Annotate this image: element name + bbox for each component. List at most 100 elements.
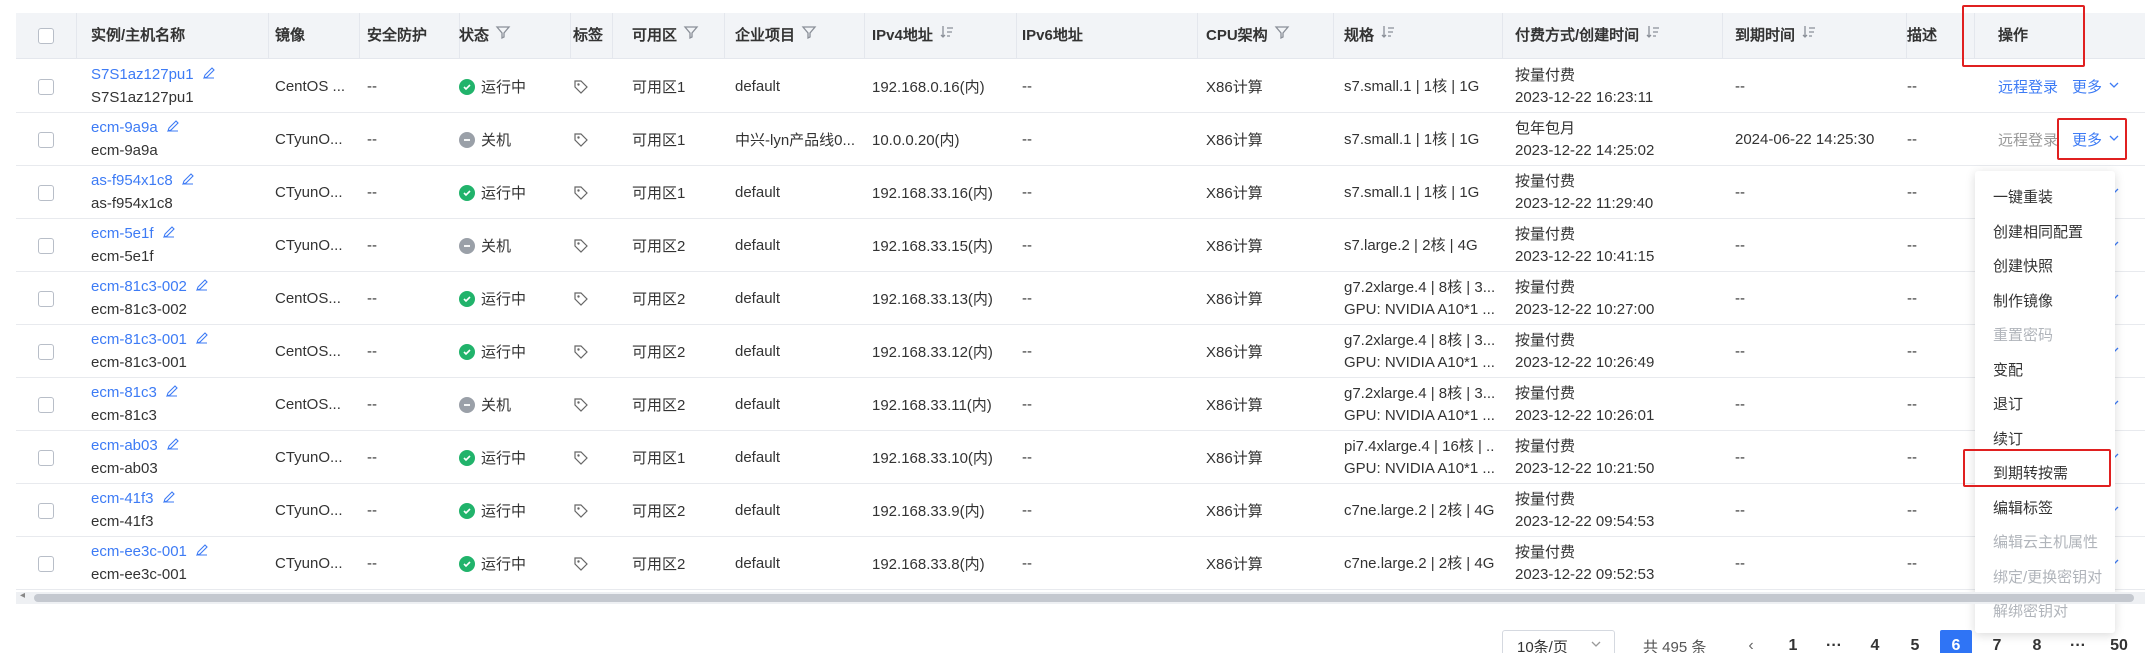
ipv4-sort-icon[interactable]	[939, 13, 955, 59]
stopped-minus-icon	[459, 396, 475, 413]
instance-name-link[interactable]: ecm-ab03	[91, 437, 158, 454]
cpu-filter-icon[interactable]	[1274, 13, 1290, 59]
row-checkbox[interactable]	[38, 378, 54, 431]
tag-icon[interactable]	[573, 431, 589, 484]
page-size-select[interactable]: 10条/页	[1502, 630, 1615, 653]
desc-cell: --	[1907, 449, 1917, 466]
menu-item[interactable]: 退订	[1993, 393, 2023, 414]
menu-item[interactable]: 制作镜像	[1993, 290, 2053, 311]
host-name: ecm-9a9a	[91, 141, 158, 159]
page-number[interactable]: 6	[1940, 630, 1972, 653]
tag-icon[interactable]	[573, 537, 589, 590]
tag-icon[interactable]	[573, 325, 589, 378]
page-number[interactable]: 50	[2103, 630, 2135, 653]
tag-icon[interactable]	[573, 60, 589, 113]
more-button[interactable]: 更多	[2072, 76, 2120, 97]
row-checkbox[interactable]	[38, 166, 54, 219]
desc-cell: --	[1907, 237, 1917, 254]
row-checkbox[interactable]	[38, 60, 54, 113]
prev-page-icon[interactable]: ‹	[1735, 630, 1767, 653]
menu-item[interactable]: 变配	[1993, 359, 2023, 380]
header-zone-label: 可用区	[632, 27, 678, 44]
horizontal-scrollbar[interactable]: ◂	[16, 590, 2145, 604]
select-all-checkbox[interactable]	[38, 13, 54, 59]
status-filter-icon[interactable]	[495, 13, 511, 59]
project-cell: default	[735, 502, 781, 519]
more-dropdown-menu: 一键重装 创建相同配置 创建快照 制作镜像 重置密码 变配 退订 续订 到期转按需 编辑标签 编辑云…	[1975, 171, 2115, 633]
row-checkbox[interactable]	[38, 113, 54, 166]
instance-name-link[interactable]: ecm-81c3	[91, 384, 157, 401]
remote-login-link[interactable]: 远程登录	[1998, 129, 2058, 150]
instance-name-link[interactable]: ecm-41f3	[91, 490, 154, 507]
row-checkbox[interactable]	[38, 219, 54, 272]
menu-item[interactable]: 一键重装	[1993, 186, 2053, 207]
row-checkbox[interactable]	[38, 325, 54, 378]
host-name: ecm-81c3-002	[91, 300, 187, 318]
instance-name-link[interactable]: ecm-81c3-001	[91, 331, 187, 348]
billing-sort-icon[interactable]	[1645, 13, 1661, 59]
page-number[interactable]: 1	[1777, 630, 1809, 653]
edit-icon[interactable]	[195, 542, 209, 564]
remote-login-link[interactable]: 远程登录	[1998, 76, 2058, 97]
zone-cell: 可用区2	[632, 397, 686, 414]
ipv4-cell: 192.168.33.12(内)	[872, 344, 993, 361]
instance-name-link[interactable]: ecm-5e1f	[91, 225, 154, 242]
scrollbar-thumb[interactable]	[34, 594, 2134, 602]
menu-item[interactable]: 创建快照	[1993, 255, 2053, 276]
project-filter-icon[interactable]	[801, 13, 817, 59]
edit-icon[interactable]	[166, 118, 180, 140]
ipv6-cell: --	[1022, 290, 1032, 307]
instance-name-link[interactable]: ecm-ee3c-001	[91, 543, 187, 560]
tag-icon[interactable]	[573, 113, 589, 166]
billing-cell: 按量付费 2023-12-22 09:54:53	[1515, 484, 1654, 537]
expire-sort-icon[interactable]	[1801, 13, 1817, 59]
edit-icon[interactable]	[181, 171, 195, 193]
menu-item: 编辑云主机属性	[1993, 534, 2099, 551]
page-ellipsis[interactable]: ···	[2062, 630, 2094, 653]
status-cell: 关机	[459, 378, 511, 431]
created-time: 2023-12-22 09:52:53	[1515, 565, 1655, 583]
billing-mode: 按量付费	[1515, 225, 1576, 243]
row-checkbox[interactable]	[38, 484, 54, 537]
menu-item[interactable]: 创建相同配置	[1993, 221, 2083, 242]
row-checkbox[interactable]	[38, 537, 54, 590]
billing-cell: 按量付费 2023-12-22 16:23:11	[1515, 60, 1653, 113]
header-status-label: 状态	[459, 27, 490, 44]
edit-icon[interactable]	[202, 65, 216, 87]
row-checkbox[interactable]	[38, 431, 54, 484]
menu-item[interactable]: 编辑标签	[1993, 497, 2053, 518]
menu-item[interactable]: 续订	[1993, 428, 2023, 449]
edit-icon[interactable]	[165, 383, 179, 405]
tag-icon[interactable]	[573, 219, 589, 272]
spec-sort-icon[interactable]	[1380, 13, 1396, 59]
edit-icon[interactable]	[166, 436, 180, 458]
edit-icon[interactable]	[162, 489, 176, 511]
edit-icon[interactable]	[195, 330, 209, 352]
tag-icon[interactable]	[573, 166, 589, 219]
page-number[interactable]: 7	[1981, 630, 2013, 653]
page-number[interactable]: 4	[1859, 630, 1891, 653]
project-cell: default	[735, 290, 781, 307]
row-checkbox[interactable]	[38, 272, 54, 325]
instance-name-link[interactable]: ecm-9a9a	[91, 119, 158, 136]
tag-icon[interactable]	[573, 484, 589, 537]
edit-icon[interactable]	[195, 277, 209, 299]
running-check-icon	[459, 449, 475, 466]
image-cell: CentOS...	[275, 343, 341, 360]
zone-filter-icon[interactable]	[683, 13, 699, 59]
expire-cell: --	[1735, 449, 1745, 466]
instance-name-link[interactable]: ecm-81c3-002	[91, 278, 187, 295]
tag-icon[interactable]	[573, 272, 589, 325]
instance-name-link[interactable]: as-f954x1c8	[91, 172, 173, 189]
page-ellipsis[interactable]: ···	[1818, 630, 1850, 653]
tag-icon[interactable]	[573, 378, 589, 431]
zone-cell: 可用区2	[632, 291, 686, 308]
page-number[interactable]: 8	[2021, 630, 2053, 653]
security-cell: --	[367, 290, 377, 307]
instance-name-link[interactable]: S7S1az127pu1	[91, 66, 194, 83]
billing-mode: 包年包月	[1515, 119, 1576, 137]
page-number[interactable]: 5	[1899, 630, 1931, 653]
edit-icon[interactable]	[162, 224, 176, 246]
ipv4-cell: 192.168.33.9(内)	[872, 503, 985, 520]
scroll-left-icon[interactable]: ◂	[20, 590, 25, 601]
